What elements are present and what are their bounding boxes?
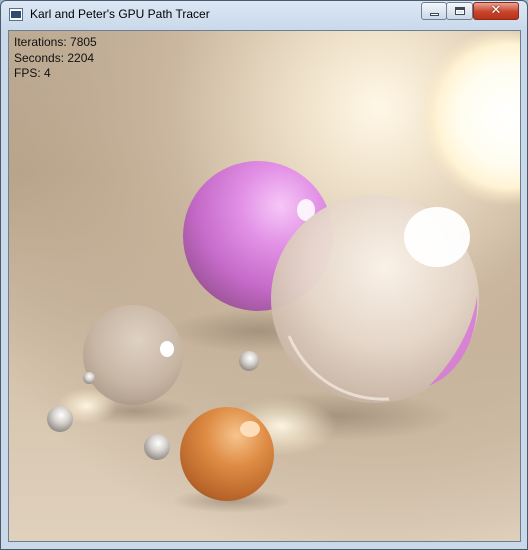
window-title: Karl and Peter's GPU Path Tracer [30,7,210,21]
orange-sphere [180,407,274,501]
app-window-icon[interactable] [9,8,23,21]
close-button[interactable]: ✕ [473,2,519,20]
title-bar[interactable]: Karl and Peter's GPU Path Tracer ✕ [1,1,527,29]
small-glass-highlight [160,341,174,357]
render-viewport[interactable]: Iterations: 7805 Seconds: 2204 FPS: 4 [8,30,521,542]
metal-sphere-3 [144,434,170,460]
fps-counter: FPS: 4 [14,66,51,80]
stats-overlay: Iterations: 7805 Seconds: 2204 FPS: 4 [14,35,97,82]
minimize-button[interactable] [421,2,447,20]
minimize-icon [430,13,439,16]
maximize-button[interactable] [446,2,473,20]
metal-sphere-2 [47,406,73,432]
metal-sphere-4 [83,372,95,384]
app-window: Karl and Peter's GPU Path Tracer ✕ Itera… [0,0,528,550]
maximize-icon [455,7,465,15]
glass-highlight [404,207,470,267]
orange-highlight [240,421,260,437]
iterations-counter: Iterations: 7805 [14,35,97,49]
seconds-counter: Seconds: 2204 [14,50,95,65]
render-canvas [9,31,520,541]
metal-sphere-1 [239,351,259,371]
close-icon: ✕ [490,3,502,18]
